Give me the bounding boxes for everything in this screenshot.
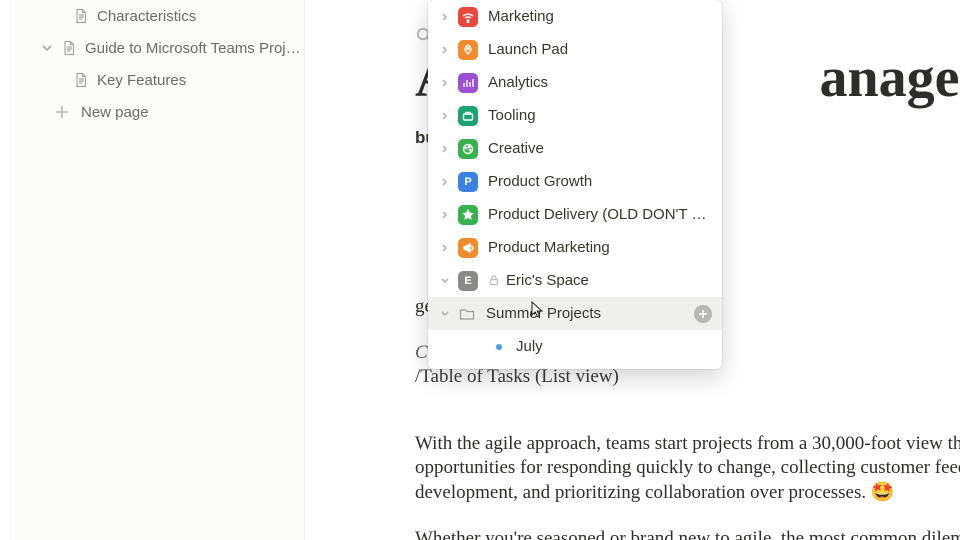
popup-item-label: Analytics	[488, 74, 716, 91]
chevron-down-icon[interactable]	[37, 38, 57, 58]
add-icon[interactable]	[694, 305, 712, 323]
sidebar-item-key-features[interactable]: Key Features	[15, 64, 304, 96]
sidebar-item-guide[interactable]: Guide to Microsoft Teams Project…	[15, 32, 304, 64]
popup-item-product-delivery-old-don-t-use-[interactable]: Product Delivery (OLD DON'T USE)	[428, 198, 722, 231]
popup-item-label: Product Delivery (OLD DON'T USE)	[488, 206, 716, 223]
sidebar-new-page[interactable]: New page	[15, 96, 304, 128]
popup-item-creative[interactable]: Creative	[428, 132, 722, 165]
lock-icon	[488, 274, 502, 288]
sidebar-item-label: Guide to Microsoft Teams Project…	[85, 40, 304, 57]
popup-item-product-growth[interactable]: P Product Growth	[428, 165, 722, 198]
chevron-right-icon[interactable]	[436, 41, 454, 59]
space-icon	[458, 7, 478, 27]
sidebar-item-label: Key Features	[97, 72, 304, 89]
popup-item-analytics[interactable]: Analytics	[428, 66, 722, 99]
chevron-down-icon[interactable]	[436, 272, 454, 290]
popup-item-product-marketing[interactable]: Product Marketing	[428, 231, 722, 264]
chevron-right-icon[interactable]	[436, 338, 454, 356]
space-icon	[458, 139, 478, 159]
popup-item-label: Marketing	[488, 8, 716, 25]
chevron-right-icon[interactable]	[436, 173, 454, 191]
page-icon	[71, 6, 91, 26]
chevron-right-icon[interactable]	[436, 206, 454, 224]
popup-item-label: Tooling	[488, 107, 716, 124]
space-icon	[458, 238, 478, 258]
sidebar-item-characteristics[interactable]: Characteristics	[15, 0, 304, 32]
chevron-down-icon[interactable]	[436, 305, 454, 323]
popup-item-july[interactable]: July	[428, 330, 722, 363]
space-icon	[458, 205, 478, 225]
sidebar: Characteristics Guide to Microsoft Teams…	[15, 0, 305, 540]
space-picker-popup: Marketing Launch Pad Analytics Tooling Creat…	[428, 0, 722, 369]
space-icon	[458, 106, 478, 126]
folder-icon	[458, 307, 476, 321]
body-paragraph-2: Whether you're seasoned or brand new to …	[415, 527, 960, 540]
chevron-right-icon[interactable]	[436, 239, 454, 257]
popup-item-label: Creative	[488, 140, 716, 157]
chevron-right-icon[interactable]	[436, 74, 454, 92]
space-icon	[458, 40, 478, 60]
chevron-right-icon[interactable]	[436, 8, 454, 26]
space-icon: P	[458, 172, 478, 192]
popup-item-label: Product Marketing	[488, 239, 716, 256]
space-icon: E	[458, 271, 478, 291]
page-icon	[59, 38, 79, 58]
plus-icon	[51, 101, 73, 123]
popup-item-launch-pad[interactable]: Launch Pad	[428, 33, 722, 66]
popup-item-label: July	[516, 338, 716, 355]
page-icon	[71, 70, 91, 90]
table-of-tasks[interactable]: /Table of Tasks (List view)	[415, 366, 960, 388]
popup-item-tooling[interactable]: Tooling	[428, 99, 722, 132]
popup-item-label: Summer Projects	[486, 305, 694, 322]
chevron-right-icon[interactable]	[436, 107, 454, 125]
bullet-icon	[496, 344, 502, 350]
popup-item-summer-projects[interactable]: Summer Projects	[428, 297, 722, 330]
space-icon	[458, 73, 478, 93]
popup-item-label: Eric's Space	[506, 272, 716, 289]
body-paragraph-1: With the agile approach, teams start pro…	[415, 432, 960, 505]
popup-item-label: Product Growth	[488, 173, 716, 190]
popup-item-label: Launch Pad	[488, 41, 716, 58]
chevron-right-icon[interactable]	[436, 140, 454, 158]
sidebar-new-page-label: New page	[81, 104, 304, 121]
popup-item-marketing[interactable]: Marketing	[428, 0, 722, 33]
popup-item-eric-s-space[interactable]: E Eric's Space	[428, 264, 722, 297]
sidebar-item-label: Characteristics	[97, 8, 304, 25]
